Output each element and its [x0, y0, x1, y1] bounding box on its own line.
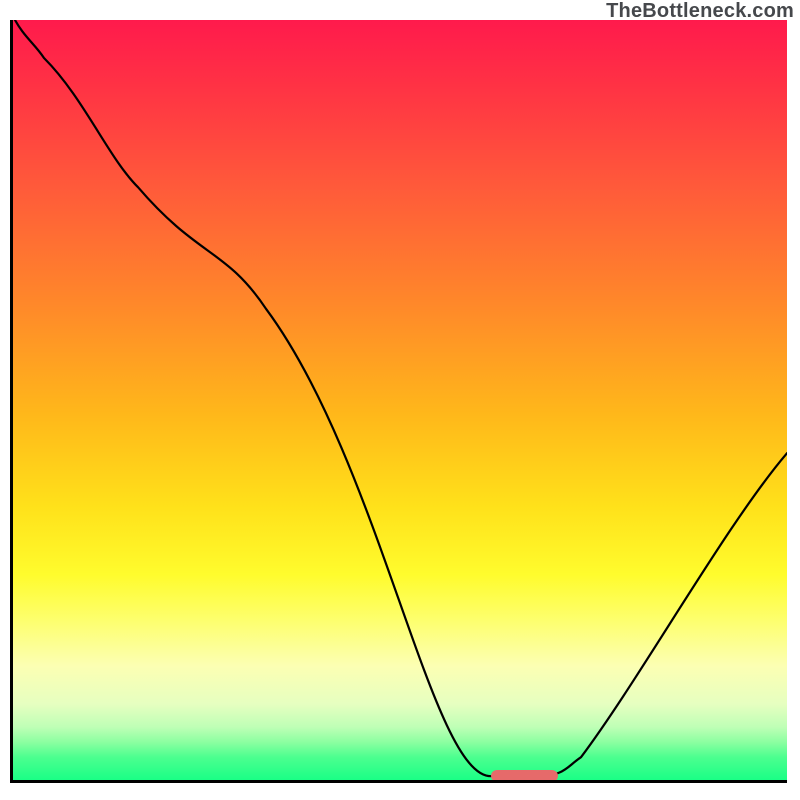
chart-container: TheBottleneck.com: [0, 0, 800, 800]
y-axis: [10, 20, 13, 783]
bottleneck-curve: [13, 20, 787, 780]
optimal-range-marker: [491, 770, 558, 780]
curve-path: [13, 20, 787, 776]
x-axis: [13, 780, 787, 783]
plot-area: [13, 20, 787, 780]
